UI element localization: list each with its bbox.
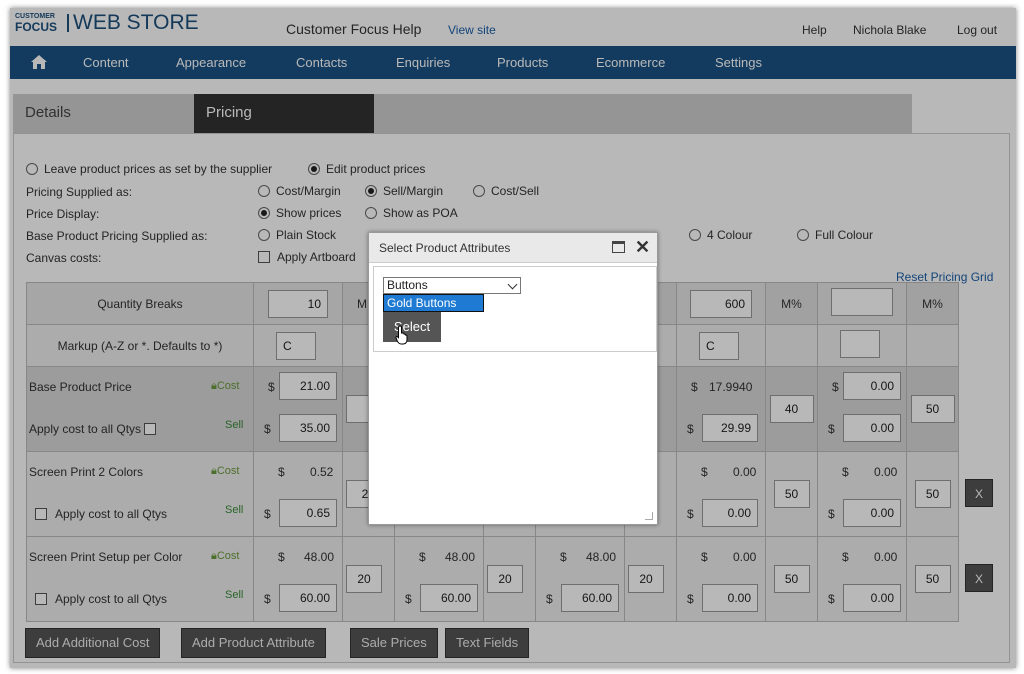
select-attributes-dialog: Select Product Attributes ✕ Buttons Gold… xyxy=(368,232,658,525)
close-icon[interactable]: ✕ xyxy=(635,237,650,258)
resize-grip[interactable] xyxy=(645,512,653,520)
hand-cursor-icon xyxy=(395,325,408,345)
dialog-header[interactable]: Select Product Attributes ✕ xyxy=(369,233,657,263)
app-window: CUSTOMER FOCUS WEB STORE Customer Focus … xyxy=(10,8,1016,668)
select-button[interactable]: Select xyxy=(383,312,441,342)
attribute-select[interactable]: Buttons xyxy=(383,277,521,294)
attribute-option-highlighted[interactable]: Gold Buttons xyxy=(383,294,484,312)
attribute-select-value: Buttons xyxy=(387,278,428,292)
maximize-icon[interactable] xyxy=(612,241,625,253)
dialog-body: Buttons Gold Buttons Select xyxy=(373,266,657,352)
chevron-down-icon xyxy=(507,279,518,290)
dialog-title: Select Product Attributes xyxy=(379,241,511,255)
